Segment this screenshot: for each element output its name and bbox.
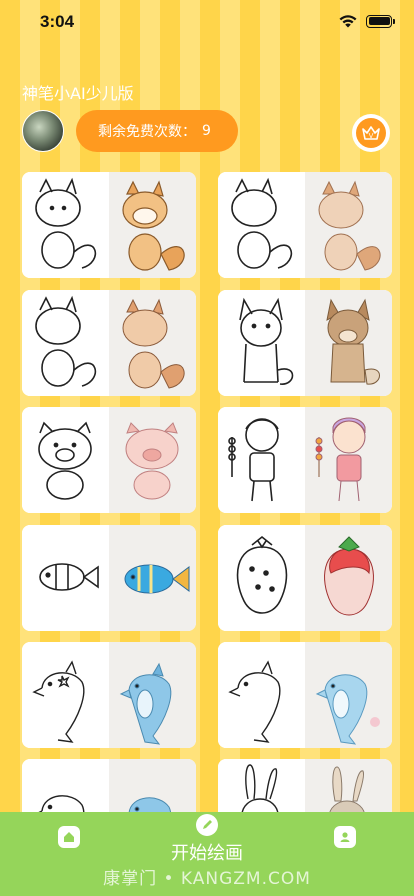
dolphin-colored-icon xyxy=(109,642,196,748)
svg-text:V: V xyxy=(369,132,374,140)
user-icon[interactable] xyxy=(334,826,356,848)
fox-colored-icon xyxy=(109,290,196,396)
gallery-card-fox-1[interactable] xyxy=(22,172,196,278)
free-count-pill[interactable]: 剩余免费次数： 9 xyxy=(76,110,238,152)
pig-sketch-icon xyxy=(22,407,109,513)
fox-sketch-icon xyxy=(22,172,109,278)
avatar[interactable] xyxy=(22,110,64,152)
gallery-card-dolphin-1[interactable] xyxy=(22,642,196,748)
gallery-card-dog[interactable] xyxy=(218,290,392,396)
status-icons xyxy=(338,14,395,28)
wifi-icon xyxy=(339,15,357,28)
dolphin-sketch-icon xyxy=(218,642,305,748)
fish-sketch-icon xyxy=(22,525,109,631)
app-title: 神笔小AI少儿版 xyxy=(22,84,134,103)
gallery-card-fish[interactable] xyxy=(22,525,196,631)
dog-sketch-icon xyxy=(218,290,305,396)
gallery-card-boy[interactable] xyxy=(218,407,392,513)
status-time: 3:04 xyxy=(40,12,75,31)
crown-icon: V xyxy=(356,118,386,148)
fox-sketch-icon xyxy=(218,172,305,278)
vip-button[interactable]: V xyxy=(352,114,390,152)
fish-colored-icon xyxy=(109,525,196,631)
gallery-card-fox-3[interactable] xyxy=(22,290,196,396)
status-bar: 3:04 xyxy=(0,0,414,44)
free-count-value: 9 xyxy=(202,123,211,139)
boy-sketch-icon xyxy=(218,407,305,513)
gallery-card-pig[interactable] xyxy=(22,407,196,513)
fox-colored-icon xyxy=(305,172,392,278)
strawberry-colored-icon xyxy=(305,525,392,631)
fox-colored-icon xyxy=(109,172,196,278)
fox-sketch-icon xyxy=(22,290,109,396)
dog-colored-icon xyxy=(305,290,392,396)
gallery-card-fox-2[interactable] xyxy=(218,172,392,278)
bottom-nav: 开始绘画 康掌门 • KANGZM.COM xyxy=(0,812,414,896)
gallery-card-strawberry[interactable] xyxy=(218,525,392,631)
pencil-icon[interactable] xyxy=(196,814,218,836)
dolphin-sketch-icon xyxy=(22,642,109,748)
watermark: 康掌门 • KANGZM.COM xyxy=(103,869,311,889)
dolphin-colored-icon xyxy=(305,642,392,748)
battery-icon xyxy=(366,14,395,28)
gallery-card-dolphin-2[interactable] xyxy=(218,642,392,748)
free-count-label: 剩余免费次数： xyxy=(98,124,196,140)
girl-colored-icon xyxy=(305,407,392,513)
pig-colored-icon xyxy=(109,407,196,513)
strawberry-sketch-icon xyxy=(218,525,305,631)
